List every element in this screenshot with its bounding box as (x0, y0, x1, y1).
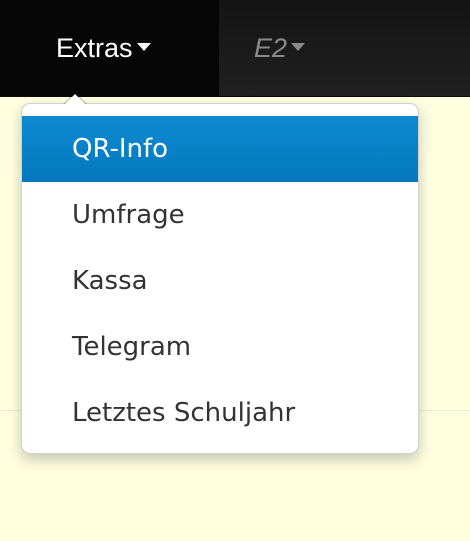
menu-item-qr-info[interactable]: QR-Info (22, 116, 418, 182)
dropdown-list: QR-Info Umfrage Kassa Telegram Letztes S… (22, 116, 418, 446)
menu-item-telegram[interactable]: Telegram (22, 314, 418, 380)
nav-extras-label: Extras (56, 33, 133, 63)
page: Extras E2 QR-Info Umfrage Kassa Telegram… (0, 0, 470, 541)
menu-item-umfrage[interactable]: Umfrage (22, 182, 418, 248)
caret-down-icon (136, 42, 151, 51)
nav-extras-toggle[interactable]: Extras (56, 30, 151, 66)
top-navbar: Extras E2 (0, 0, 470, 97)
dropdown-arrow (64, 94, 86, 105)
caret-down-icon (291, 42, 306, 51)
menu-item-kassa[interactable]: Kassa (22, 248, 418, 314)
menu-item-letztes-schuljahr[interactable]: Letztes Schuljahr (22, 380, 418, 446)
nav-e2-label: E2 (254, 33, 288, 63)
extras-dropdown-menu: QR-Info Umfrage Kassa Telegram Letztes S… (21, 92, 419, 454)
nav-e2-toggle[interactable]: E2 (254, 30, 306, 66)
